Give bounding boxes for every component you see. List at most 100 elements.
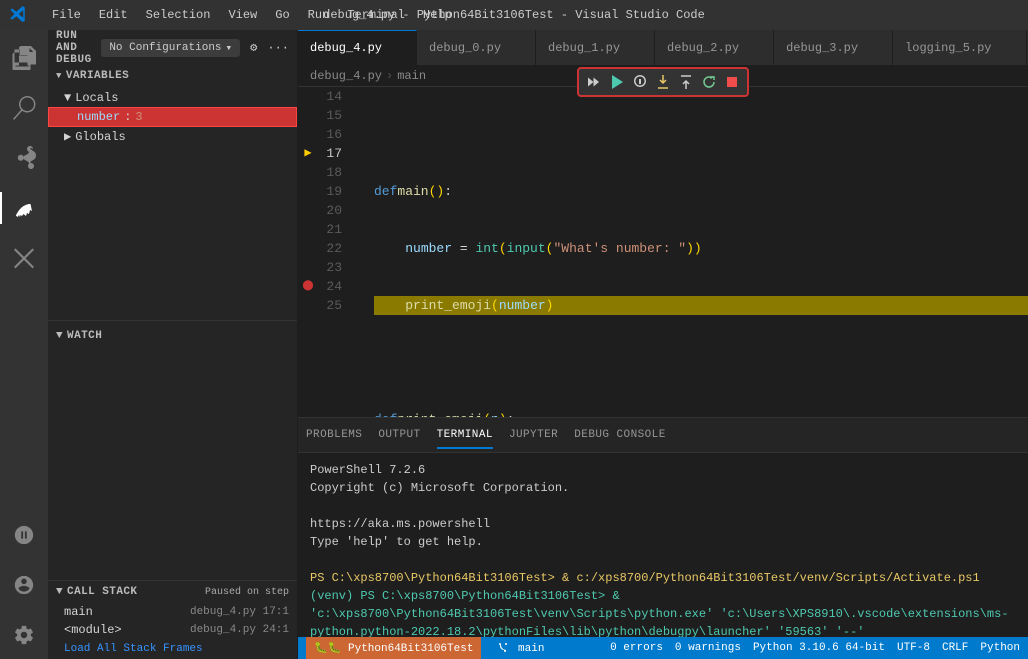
status-debug-badge[interactable]: 🐛 🐛 Python64Bit3106Test [306,637,481,659]
callstack-arrow-icon: ▼ [56,586,63,598]
debug-step-over-button[interactable] [629,71,651,93]
gutter-23 [298,258,318,277]
activity-extensions[interactable] [0,234,48,282]
menu-go[interactable]: Go [267,4,297,26]
gutter-24: ⬤ [298,277,318,296]
callstack-title: ▼ CALL STACK [56,586,137,598]
panel-tab-terminal[interactable]: TERMINAL [437,421,493,449]
debug-config-selector[interactable]: No Configurations ▾ [101,39,240,57]
terminal-line-6 [310,551,1016,569]
callstack-header[interactable]: ▼ CALL STACK Paused on step [48,581,297,603]
sidebar-spacer [48,351,297,580]
menu-view[interactable]: View [220,4,265,26]
variables-arrow-icon: ▼ [56,71,62,81]
terminal-line-1: PowerShell 7.2.6 [310,461,1016,479]
line-num-16: 16 [318,125,354,144]
callstack-item-main-file: debug_4.py 17:1 [190,606,289,618]
titlebar: File Edit Selection View Go Run Terminal… [0,0,1028,30]
locals-label: Locals [75,91,118,105]
gutter-21 [298,220,318,239]
var-colon: : [124,110,131,124]
debug-step-out-button[interactable] [675,71,697,93]
load-stack-frames-button[interactable]: Load All Stack Frames [48,639,297,659]
activity-bar [0,30,48,659]
menu-run[interactable]: Run [300,4,338,26]
breadcrumb-symbol: main [397,69,426,83]
terminal-line-venv: (venv) PS C:\xps8700\Python64Bit3106Test… [310,587,1016,637]
bottom-panel: PROBLEMS OUTPUT TERMINAL JUPYTER DEBUG C… [298,417,1028,637]
breadcrumb-file: debug_4.py [310,69,382,83]
watch-arrow-icon: ▼ [56,330,63,342]
locals-header[interactable]: ▼ Locals [48,89,297,107]
status-python[interactable]: Python 3.10.6 64-bit [753,642,885,654]
code-line-16: number = int(input("What's number: ")) [374,239,1028,258]
callstack-item-main[interactable]: main debug_4.py 17:1 [48,603,297,621]
activity-accounts[interactable] [0,561,48,609]
activity-explorer[interactable] [0,34,48,82]
activity-remote[interactable] [0,511,48,559]
debug-continue-button[interactable] [583,71,605,93]
debug-restart-button[interactable] [698,71,720,93]
tab-debug0[interactable]: debug_0.py ✕ [417,30,536,65]
debug-step-into-button[interactable] [652,71,674,93]
status-line-ending[interactable]: CRLF [942,642,968,654]
gutter-25 [298,296,318,315]
tab-debug1-label: debug_1.py [548,41,620,55]
menu-selection[interactable]: Selection [138,4,219,26]
callstack-label: CALL STACK [67,586,137,598]
panel-tab-jupyter[interactable]: JUPYTER [509,421,558,449]
globals-group-header[interactable]: ▶ Globals [48,127,297,146]
callstack-status: Paused on step [205,587,289,598]
breadcrumb-separator: › [386,69,393,83]
tab-debug4[interactable]: debug_4.py ✕ [298,30,417,65]
activity-run-debug[interactable] [0,184,48,232]
globals-label: Globals [75,130,125,144]
variables-content: ▼ Locals number : 3 ▶ Globals [48,87,297,320]
terminal-content[interactable]: PowerShell 7.2.6 Copyright (c) Microsoft… [298,453,1028,637]
tabs-bar: debug_4.py ✕ debug_0.py ✕ debug_1.py ✕ d… [298,30,1028,65]
status-encoding[interactable]: UTF-8 [897,642,930,654]
menu-help[interactable]: Help [415,4,460,26]
menu-edit[interactable]: Edit [91,4,136,26]
debug-icon: 🐛 [314,641,328,655]
breadcrumb-toolbar-container: debug_4.py › main [298,65,1028,87]
debug-play-button[interactable] [606,71,628,93]
debug-more-icon[interactable]: ··· [267,41,289,55]
variables-section-header[interactable]: ▼ VARIABLES [48,65,297,87]
status-branch-label: main [518,642,544,654]
status-branch[interactable]: main [497,642,544,655]
activity-search[interactable] [0,84,48,132]
tab-debug3[interactable]: debug_3.py ✕ [774,30,893,65]
gutter-17: ▶ [298,144,318,163]
line-num-25: 25 [318,296,354,315]
activity-settings[interactable] [0,611,48,659]
status-errors[interactable]: 0 errors [610,642,663,654]
tab-debug1[interactable]: debug_1.py ✕ [536,30,655,65]
debug-settings-icon[interactable]: ⚙ [250,40,257,55]
line-num-18: 18 [318,163,354,182]
panel-tab-output[interactable]: OUTPUT [378,421,420,449]
code-editor[interactable]: ▶ ⬤ 14 15 16 17 18 19 20 [298,87,1028,417]
editor-area: debug_4.py ✕ debug_0.py ✕ debug_1.py ✕ d… [298,30,1028,659]
debug-config-label: No Configurations [109,42,221,54]
titlebar-left: File Edit Selection View Go Run Terminal… [8,4,460,26]
code-line-18 [374,353,1028,372]
main-layout: RUN AND DEBUG No Configurations ▾ ⚙ ··· … [0,30,1028,659]
callstack-item-module[interactable]: <module> debug_4.py 24:1 [48,621,297,639]
activity-source-control[interactable] [0,134,48,182]
status-language[interactable]: Python [980,642,1020,654]
tab-debug0-label: debug_0.py [429,41,501,55]
run-debug-header: RUN AND DEBUG No Configurations ▾ ⚙ ··· [48,30,297,65]
watch-header[interactable]: ▼ WATCH [48,325,297,347]
menu-terminal[interactable]: Terminal [339,4,413,26]
tab-logging5[interactable]: logging_5.py ✕ [893,30,1026,65]
gutter-18 [298,163,318,182]
status-warnings[interactable]: 0 warnings [675,642,741,654]
debug-stop-button[interactable] [721,71,743,93]
menu-file[interactable]: File [44,4,89,26]
tab-debug2[interactable]: debug_2.py ✕ [655,30,774,65]
panel-tab-problems[interactable]: PROBLEMS [306,421,362,449]
variable-number[interactable]: number : 3 [48,107,297,127]
panel-tab-debug-console[interactable]: DEBUG CONSOLE [574,421,666,449]
line-numbers: 14 15 16 17 18 19 20 21 22 23 24 25 [318,87,366,417]
